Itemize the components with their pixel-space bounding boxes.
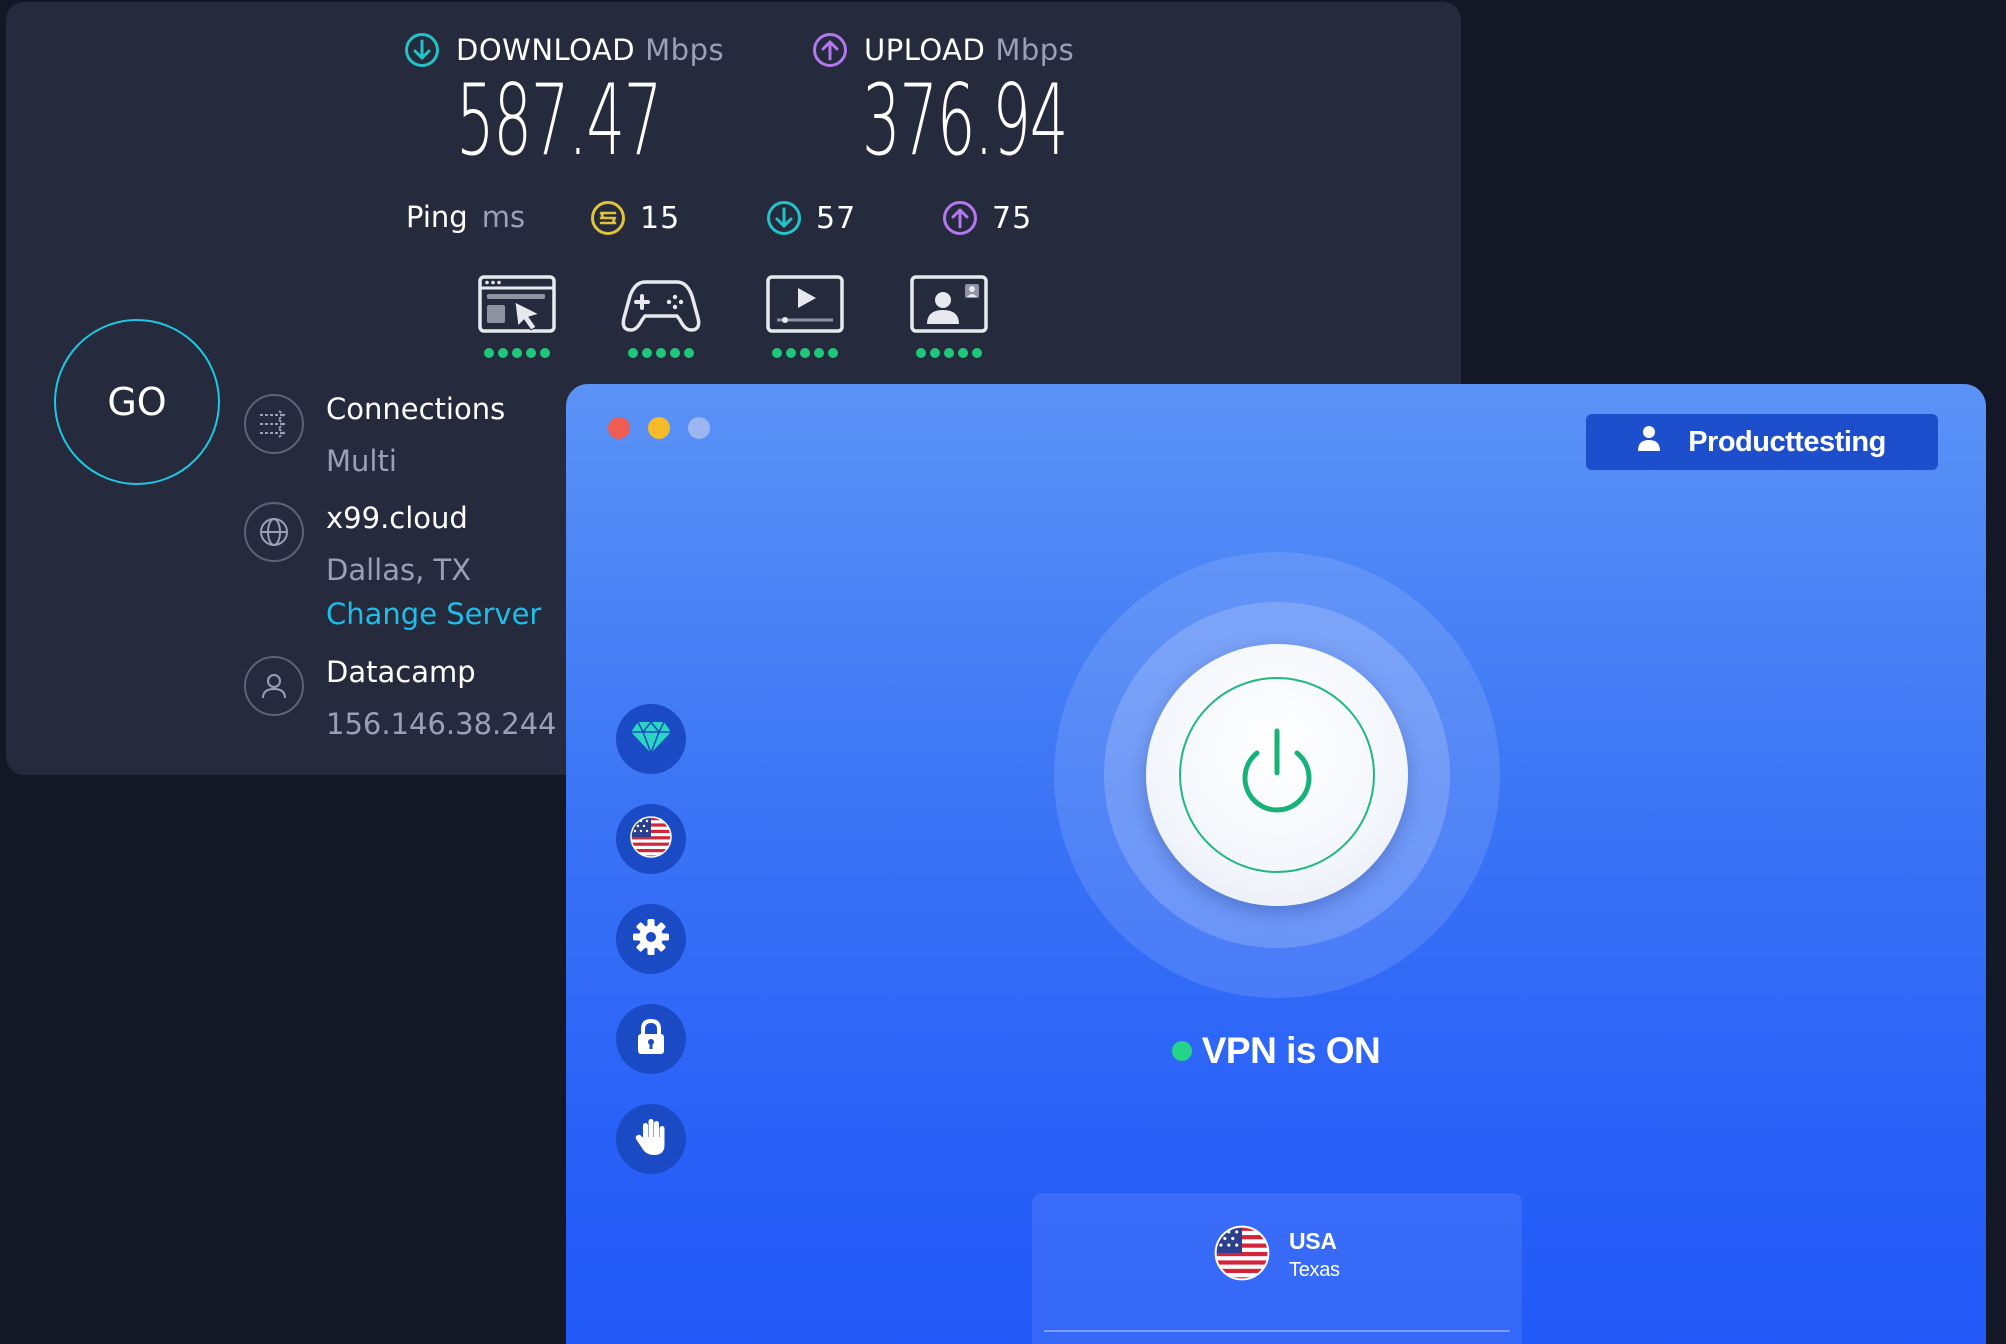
download-label: DOWNLOAD [456,33,636,67]
activity-web-browsing [477,274,557,358]
sidebar-premium-button[interactable] [616,704,686,774]
download-value: 587.47 [456,64,662,178]
vpn-status-text: VPN is ON [1201,1030,1381,1071]
connections-icon [244,394,304,454]
usa-flag-icon [1213,1224,1271,1286]
location-region: Texas [1289,1259,1340,1281]
user-icon [244,656,304,716]
window-close-button[interactable] [608,417,630,439]
location-country: USA [1289,1228,1337,1254]
status-indicator-dot [1171,1041,1192,1061]
location-divider [1044,1330,1510,1332]
change-server-link[interactable]: Change Server [326,597,541,631]
location-card[interactable]: USA Texas [1032,1193,1522,1344]
sidebar-blocker-button[interactable] [616,1104,686,1174]
upload-header: UPLOAD Mbps [812,32,1074,68]
power-ring [1179,677,1375,873]
window-minimize-button[interactable] [648,417,670,439]
ping-label: Ping [406,200,468,234]
arrow-up-circle-icon [942,200,978,236]
download-unit: Mbps [645,33,725,67]
power-icon [1232,725,1322,825]
activity-rating-dots [628,348,694,358]
premium-diamond-icon [629,719,673,759]
arrow-up-circle-icon [812,32,848,68]
download-header: DOWNLOAD Mbps [404,32,724,68]
sidebar-location-button[interactable] [616,804,686,874]
settings-gear-icon [632,918,670,960]
vpn-power-button[interactable] [1146,644,1408,906]
ping-idle: 15 [590,200,680,236]
activity-gaming [621,274,701,358]
hand-block-icon [634,1117,668,1161]
server-location: Dallas, TX [326,553,472,587]
upload-label: UPLOAD [864,33,986,67]
upload-value: 376.94 [862,64,1068,178]
web-browsing-icon [477,274,557,340]
activity-video-streaming [765,274,845,358]
video-streaming-icon [765,274,845,340]
activity-rating-dots [916,348,982,358]
gaming-icon [621,274,701,340]
account-button[interactable]: Producttesting [1586,414,1938,470]
location-text: USA Texas [1289,1228,1340,1282]
arrow-down-circle-icon [404,32,440,68]
globe-icon [244,502,304,562]
provider-name: Datacamp [326,655,476,689]
sidebar-settings-button[interactable] [616,904,686,974]
location-summary: USA Texas [1213,1224,1340,1286]
arrow-down-circle-icon [766,200,802,236]
go-button[interactable]: GO [54,319,220,485]
ping-label-group: Ping ms [406,200,525,234]
connections-title: Connections [326,392,506,426]
activity-rating-dots [484,348,550,358]
lock-icon [636,1018,666,1059]
vpn-window: Producttesting VPN is ON USA Texas [566,384,1986,1344]
vpn-status: VPN is ON [1171,1030,1381,1072]
user-icon [1638,425,1661,459]
window-zoom-button[interactable] [688,417,710,439]
ping-down-value: 57 [816,200,857,236]
connections-value[interactable]: Multi [326,444,397,478]
ping-up: 75 [942,200,1032,236]
video-chat-icon [909,274,989,340]
provider-ip: 156.146.38.244 [326,707,557,741]
upload-unit: Mbps [995,33,1075,67]
sidebar-security-button[interactable] [616,1004,686,1074]
activity-video-chat [909,274,989,358]
usa-flag-icon [629,815,673,863]
activity-rating-dots [772,348,838,358]
jitter-icon [590,200,626,236]
server-name: x99.cloud [326,501,468,535]
account-username: Producttesting [1688,425,1886,458]
ping-down: 57 [766,200,856,236]
ping-up-value: 75 [992,200,1033,236]
ping-idle-value: 15 [640,200,681,236]
ping-unit: ms [481,200,526,234]
